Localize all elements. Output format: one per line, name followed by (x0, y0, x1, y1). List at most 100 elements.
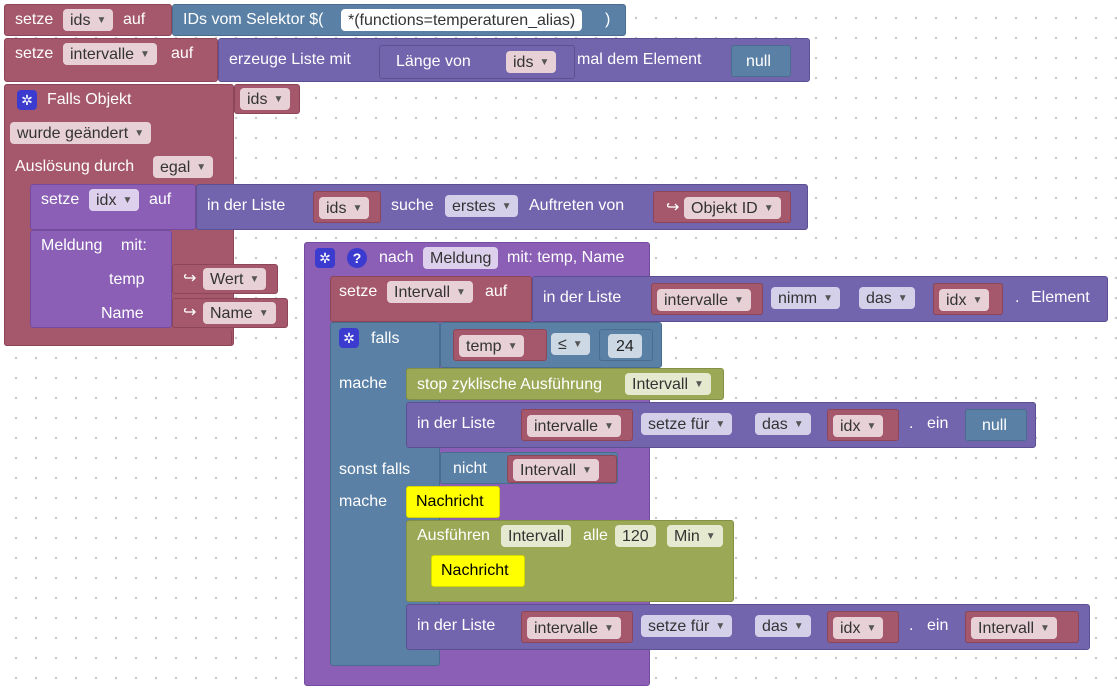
selector-block[interactable]: IDs vom Selektor $( *(functions=temperat… (172, 4, 626, 36)
dropdown-arrow-icon: ▼ (866, 622, 877, 634)
in-label: ein (927, 617, 949, 634)
exec-count-field[interactable]: 120 (615, 525, 656, 547)
set-keyword: setze (339, 283, 378, 300)
var-idx-dropdown[interactable]: idx ▼ (833, 617, 884, 639)
idx-var-block[interactable]: idx ▼ (827, 409, 899, 441)
dot-label: . (1015, 289, 1020, 306)
dropdown-arrow-icon: ▼ (793, 418, 804, 430)
name-dropdown[interactable]: Name ▼ (203, 302, 276, 324)
set-idx-block[interactable]: setze idx ▼ auf (30, 184, 196, 230)
take-dropdown[interactable]: nimm ▼ (771, 287, 841, 309)
dropdown-arrow-icon: ▼ (96, 14, 107, 26)
var-name: ids (247, 90, 268, 108)
var-name: Intervall (520, 461, 577, 479)
list-var-block[interactable]: ids ▼ (313, 191, 381, 223)
dropdown-arrow-icon: ▼ (763, 202, 774, 214)
stop-interval-block[interactable]: stop zyklische Ausführung Intervall ▼ (406, 368, 724, 400)
trigger-any-dropdown[interactable]: egal ▼ (153, 156, 214, 178)
var-intervall-dropdown[interactable]: Intervall ▼ (971, 617, 1057, 639)
dropdown-arrow-icon: ▼ (572, 338, 583, 350)
list-get-block[interactable]: in der Liste intervalle ▼ nimm ▼ das ▼ i… (532, 276, 1108, 322)
message-block-2[interactable]: Nachricht (431, 555, 525, 587)
compare-block[interactable]: temp ▼ ≤ ▼ 24 (440, 322, 662, 368)
name-value: Name (210, 304, 253, 322)
not-block[interactable]: nicht Intervall ▼ (440, 452, 618, 484)
var-intervall-dropdown[interactable]: Intervall ▼ (513, 459, 599, 481)
number-field[interactable]: 24 (608, 334, 642, 358)
set-ids-block[interactable]: setze ids ▼ auf (4, 4, 172, 36)
changed-dropdown[interactable]: wurde geändert ▼ (10, 122, 152, 144)
dropdown-arrow-icon: ▼ (715, 418, 726, 430)
message-block-1[interactable]: Nachricht (406, 486, 500, 518)
list-var-block[interactable]: intervalle ▼ (651, 283, 763, 315)
var-ids-dropdown[interactable]: ids ▼ (319, 197, 370, 219)
setfor-dropdown[interactable]: setze für ▼ (641, 615, 733, 637)
null-block[interactable]: null (965, 409, 1027, 441)
dropdown-arrow-icon: ▼ (705, 530, 716, 542)
var-temp-dropdown[interactable]: temp ▼ (459, 335, 525, 357)
var-idx-dropdown[interactable]: idx ▼ (833, 415, 884, 437)
list-var-block[interactable]: intervalle ▼ (521, 409, 633, 441)
every-label: alle (583, 527, 608, 544)
gear-icon[interactable]: ✲ (17, 90, 37, 110)
wert-block[interactable]: ↪ Wert ▼ (172, 264, 278, 294)
the-dropdown[interactable]: das ▼ (755, 615, 811, 637)
the-value: das (762, 617, 788, 635)
operator-dropdown[interactable]: ≤ ▼ (551, 333, 590, 355)
meldung-label: Meldung (41, 237, 103, 254)
with-label: mit: (121, 237, 147, 254)
var-intervall-dropdown[interactable]: Intervall ▼ (387, 281, 473, 303)
setfor-dropdown[interactable]: setze für ▼ (641, 413, 733, 435)
intervall-var-block[interactable]: Intervall ▼ (507, 455, 617, 483)
exec-unit-dropdown[interactable]: Min ▼ (667, 525, 723, 547)
null-block[interactable]: null (731, 45, 791, 77)
var-ids-dropdown[interactable]: ids ▼ (63, 9, 114, 31)
inlist-label: in der Liste (543, 289, 622, 306)
wert-dropdown[interactable]: Wert ▼ (203, 268, 267, 290)
if-label: falls (371, 330, 400, 347)
help-icon[interactable]: ? (347, 248, 367, 268)
idx-var-block[interactable]: idx ▼ (933, 283, 1003, 315)
the-dropdown[interactable]: das ▼ (755, 413, 811, 435)
length-of-block[interactable]: Länge von ids ▼ (379, 45, 575, 79)
exec-var-field[interactable]: Intervall (501, 525, 572, 547)
object-id-block[interactable]: ↪ Objekt ID ▼ (653, 191, 791, 223)
name-block[interactable]: ↪ Name ▼ (172, 298, 288, 328)
var-idx-dropdown[interactable]: idx ▼ (89, 189, 140, 211)
null-label: null (746, 53, 771, 70)
temp-var-block[interactable]: temp ▼ (453, 329, 547, 361)
var-intervalle-dropdown[interactable]: intervalle ▼ (527, 415, 621, 437)
occurrence-label: Auftreten von (529, 197, 625, 214)
var-ids-dropdown[interactable]: ids ▼ (506, 51, 557, 73)
object-id-dropdown[interactable]: Objekt ID ▼ (684, 197, 781, 219)
dropdown-arrow-icon: ▼ (258, 307, 269, 319)
var-intervalle-dropdown[interactable]: intervalle ▼ (527, 617, 621, 639)
set-intervalle-block[interactable]: setze intervalle ▼ auf (4, 38, 218, 82)
exec-interval-block[interactable]: Ausführen Intervall alle 120 Min ▼ Nachr… (406, 520, 734, 602)
create-list-block[interactable]: erzeuge Liste mit Länge von ids ▼ mal de… (218, 38, 810, 82)
call-meldung-block[interactable]: Meldung mit: temp Name (30, 230, 172, 328)
dot-label: . (909, 415, 914, 432)
first-dropdown[interactable]: erstes ▼ (445, 195, 519, 217)
gear-icon[interactable]: ✲ (339, 328, 359, 348)
object-var-block[interactable]: ids ▼ (234, 84, 300, 114)
var-intervalle-dropdown[interactable]: intervalle ▼ (657, 289, 751, 311)
idx-var-block[interactable]: idx ▼ (827, 611, 899, 643)
function-name-field[interactable]: Meldung (423, 247, 499, 269)
dot-label: . (909, 617, 914, 634)
var-ids-dropdown[interactable]: ids ▼ (240, 88, 291, 110)
var-idx-dropdown[interactable]: idx ▼ (939, 289, 990, 311)
number-block[interactable]: 24 (599, 329, 653, 361)
dropdown-arrow-icon: ▼ (582, 464, 592, 476)
list-var-block[interactable]: intervalle ▼ (521, 611, 633, 643)
set-intervall-block[interactable]: setze Intervall ▼ auf (330, 276, 532, 322)
gear-icon[interactable]: ✲ (315, 248, 335, 268)
list-set-block-2[interactable]: in der Liste intervalle ▼ setze für ▼ da… (406, 604, 1090, 650)
stop-var-dropdown[interactable]: Intervall ▼ (625, 373, 711, 395)
selector-pattern-field[interactable]: *(functions=temperaturen_alias) (341, 9, 583, 31)
list-set-block-1[interactable]: in der Liste intervalle ▼ setze für ▼ da… (406, 402, 1036, 448)
list-search-block[interactable]: in der Liste ids ▼ suche erstes ▼ Auftre… (196, 184, 808, 230)
intervall-var-block[interactable]: Intervall ▼ (965, 611, 1079, 643)
var-intervalle-dropdown[interactable]: intervalle ▼ (63, 43, 157, 65)
the-dropdown[interactable]: das ▼ (859, 287, 915, 309)
